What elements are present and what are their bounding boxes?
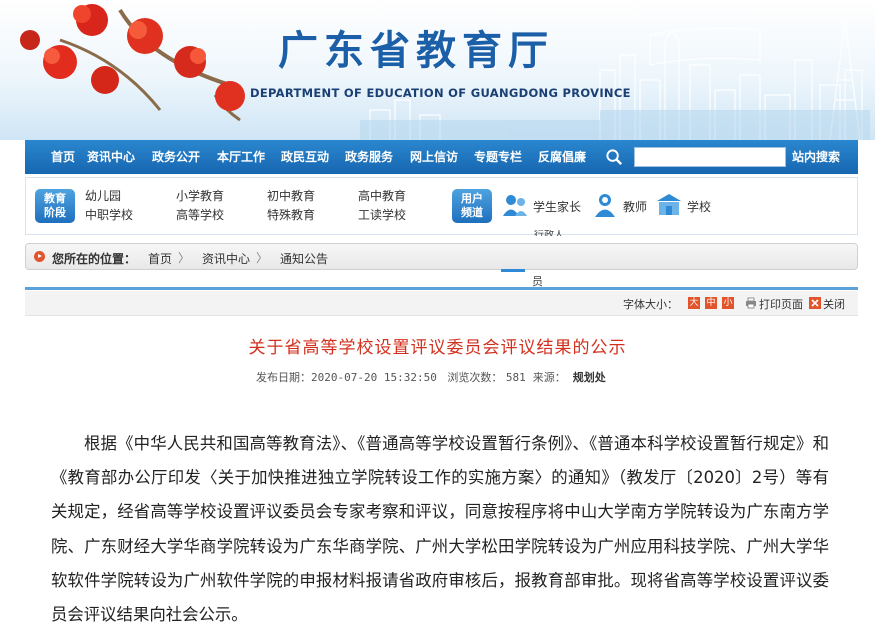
- nav-item-anticorruption[interactable]: 反腐倡廉: [538, 140, 586, 174]
- search-icon[interactable]: [605, 148, 624, 167]
- breadcrumb-separator: 〉: [178, 251, 191, 265]
- category-strip: 教育 阶段 幼儿园 中职学校 小学教育 高等学校 初中教育 特殊教育 高中教育 …: [25, 177, 858, 236]
- location-icon: [34, 251, 45, 262]
- article-body: 根据《中华人民共和国高等教育法》、《普通高等学校设置暂行条例》、《普通本科学校设…: [51, 434, 829, 625]
- kapok-flower-decoration: [20, 4, 245, 122]
- stage-link-special[interactable]: 特殊教育: [267, 206, 315, 223]
- nav-item-services[interactable]: 政务服务: [345, 140, 393, 174]
- site-title: 广东省教育厅: [278, 27, 554, 74]
- active-indicator: [501, 269, 525, 272]
- nav-item-news[interactable]: 资讯中心: [87, 140, 135, 174]
- breadcrumb-separator: 〉: [256, 251, 269, 265]
- user-channel-schools[interactable]: 学校: [687, 198, 711, 215]
- main-nav: 首页 资讯中心 政务公开 本厅工作 政民互动 政务服务 网上信访 专题专栏 反腐…: [25, 140, 858, 174]
- breadcrumb-label: 您所在的位置：: [52, 252, 137, 266]
- search-input[interactable]: [634, 147, 786, 167]
- article-meta: 发布日期：2020-07-20 15:32:50 浏览次数： 581 来源： 规…: [256, 369, 606, 385]
- article-toolbar: 字体大小： 大 中 小 打印页面 关闭: [25, 291, 858, 316]
- font-size-small-button[interactable]: 小: [722, 297, 734, 309]
- breadcrumb-news[interactable]: 资讯中心: [202, 250, 250, 267]
- publish-date: 2020-07-20 15:32:50: [311, 371, 437, 384]
- school-icon[interactable]: [656, 192, 682, 218]
- font-size-medium-button[interactable]: 中: [705, 297, 717, 309]
- article-title: 关于省高等学校设置评议委员会评议结果的公示: [248, 338, 627, 358]
- badge-line: 阶段: [44, 206, 66, 219]
- breadcrumb: 您所在的位置： 首页 〉 资讯中心 〉 通知公告: [25, 243, 858, 270]
- site-banner: 广东省教育厅 DEPARTMENT OF EDUCATION OF GUANGD…: [0, 0, 875, 140]
- education-stage-badge: 教育 阶段: [35, 189, 75, 223]
- stage-link-junior-high[interactable]: 初中教育: [267, 187, 315, 204]
- user-channel-admin-overflow[interactable]: 行政人: [534, 230, 564, 236]
- print-icon[interactable]: [745, 297, 757, 309]
- user-channel-teachers[interactable]: 教师: [623, 198, 647, 215]
- stage-link-vocational[interactable]: 中职学校: [85, 206, 133, 223]
- nav-item-home[interactable]: 首页: [51, 140, 75, 174]
- content-top-rule: [25, 287, 858, 290]
- teacher-icon[interactable]: [592, 192, 618, 218]
- nav-item-special[interactable]: 专题专栏: [474, 140, 522, 174]
- breadcrumb-home[interactable]: 首页: [148, 250, 172, 267]
- nav-item-interaction[interactable]: 政民互动: [281, 140, 329, 174]
- stage-link-primary[interactable]: 小学教育: [176, 187, 224, 204]
- badge-line: 用户: [461, 192, 483, 205]
- date-label: 发布日期：: [256, 371, 311, 384]
- site-subtitle: DEPARTMENT OF EDUCATION OF GUANGDONG PRO…: [250, 86, 631, 100]
- font-size-label: 字体大小：: [623, 298, 678, 311]
- font-size-large-button[interactable]: 大: [688, 297, 700, 309]
- user-channel-parents[interactable]: 学生家长: [533, 198, 581, 215]
- close-button[interactable]: 关闭: [823, 296, 845, 312]
- nav-item-gov-affairs[interactable]: 政务公开: [152, 140, 200, 174]
- stage-link-higher[interactable]: 高等学校: [176, 206, 224, 223]
- views-label: 浏览次数：: [447, 371, 503, 384]
- stage-link-kindergarten[interactable]: 幼儿园: [85, 187, 121, 204]
- badge-line: 教育: [44, 192, 66, 205]
- parents-icon[interactable]: [502, 192, 528, 218]
- stage-link-reform-school[interactable]: 工读学校: [358, 206, 406, 223]
- user-channel-badge: 用户 频道: [452, 189, 492, 223]
- print-button[interactable]: 打印页面: [759, 296, 803, 312]
- breadcrumb-notices[interactable]: 通知公告: [280, 250, 328, 267]
- nav-item-dept-work[interactable]: 本厅工作: [217, 140, 265, 174]
- close-icon[interactable]: [809, 297, 821, 309]
- view-count: 581: [505, 371, 526, 384]
- stage-link-senior-high[interactable]: 高中教育: [358, 187, 406, 204]
- nav-item-petition[interactable]: 网上信访: [410, 140, 458, 174]
- source-label: 来源：: [532, 371, 566, 384]
- badge-line: 频道: [461, 206, 483, 219]
- search-button[interactable]: 站内搜索: [792, 140, 840, 174]
- article-source: 规划处: [572, 371, 606, 384]
